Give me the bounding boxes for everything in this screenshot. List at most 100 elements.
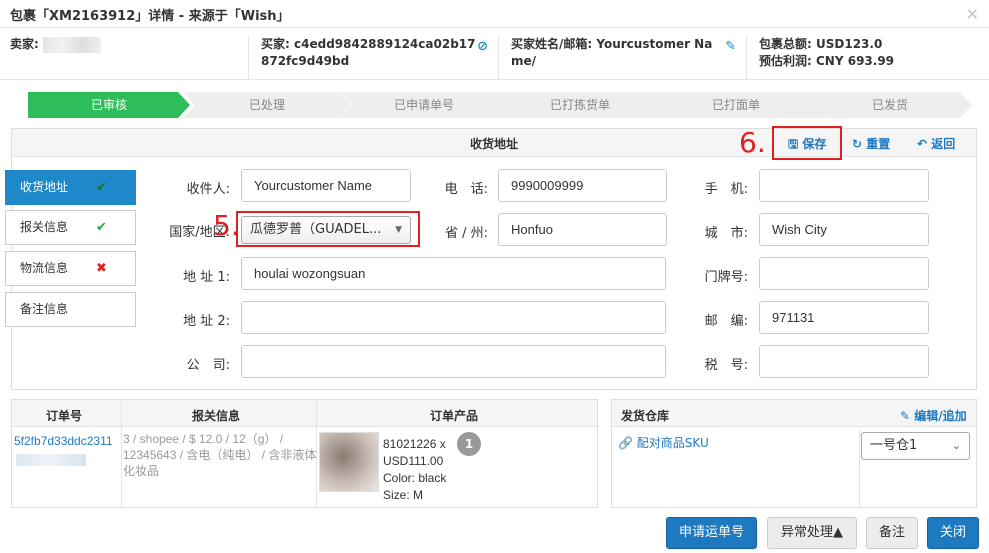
city-input[interactable]: Wish City (759, 213, 929, 246)
address1-input[interactable]: houlai wozongsuan (241, 257, 666, 290)
warehouse-title: 发货仓库 (621, 409, 670, 423)
close-button[interactable]: 关闭 (927, 517, 979, 549)
profit-label: 预估利润: (759, 54, 812, 68)
save-button[interactable]: 🖫 保存 (788, 135, 826, 156)
state-label: 省 / 州: (444, 226, 488, 241)
tab-label: 报关信息 (20, 220, 69, 234)
edit-append-label: 编辑/追加 (914, 409, 967, 423)
col-product: 订单产品 (430, 409, 479, 423)
door-number-label: 门牌号: (704, 270, 748, 285)
refresh-icon: ↻ (852, 137, 863, 151)
col-order-no: 订单号 (46, 409, 83, 423)
warehouse-value: 一号仓1 (870, 438, 918, 453)
address2-input[interactable] (241, 301, 666, 334)
recipient-input[interactable]: Yourcustomer Name (241, 169, 411, 202)
step-shipped: 已发货 (808, 92, 972, 118)
tax-number-input[interactable] (759, 345, 929, 378)
back-arrow-icon: ↶ (917, 137, 928, 151)
col-customs: 报关信息 (192, 409, 241, 423)
mobile-input[interactable] (759, 169, 929, 202)
edit-append-button[interactable]: ✎ 编辑/追加 (900, 407, 967, 424)
address-panel-header: 收货地址 🖫 保存 ↻ 重置 ↶ 返回 (12, 126, 976, 160)
tab-label: 物流信息 (20, 261, 69, 275)
customs-info-text: 3 / shopee / $ 12.0 / 12（g） / 12345643 /… (123, 432, 317, 478)
address1-label: 地 址 1: (183, 270, 230, 285)
company-input[interactable] (241, 345, 666, 378)
seller-label: 卖家: (10, 37, 39, 51)
order-table-header: 订单号 报关信息 订单产品 (12, 400, 597, 427)
back-label: 返回 (931, 137, 956, 151)
tab-customs-info[interactable]: 报关信息 ✔ (5, 210, 136, 245)
annotation-five: 5. (213, 209, 240, 242)
step-processed: 已处理 (183, 92, 351, 118)
cross-icon: ✖ (96, 261, 107, 276)
order-number-link[interactable]: 5f2fb7d33ddc2311 (14, 434, 113, 448)
tab-logistics-info[interactable]: 物流信息 ✖ (5, 251, 136, 286)
warehouse-select[interactable]: 一号仓1 ⌄ (861, 432, 970, 460)
total-label: 包裹总额: (759, 37, 812, 51)
tax-number-label: 税 号: (704, 358, 748, 373)
phone-input[interactable]: 9990009999 (498, 169, 667, 202)
buyer-name-line2: me/ (511, 54, 537, 68)
zip-input[interactable]: 971131 (759, 301, 929, 334)
quantity-badge: 1 (457, 432, 481, 456)
link-icon: 🔗 (618, 436, 633, 450)
reset-button[interactable]: ↻ 重置 (852, 135, 890, 152)
match-sku-link[interactable]: 🔗 配对商品SKU (618, 434, 709, 451)
buyer-info: 买家: c4edd9842889124ca02b17 872fc9d49bd ⊘ (248, 36, 498, 80)
address2-label: 地 址 2: (183, 314, 230, 329)
step-picking-printed: 已打拣货单 (496, 92, 664, 118)
buyer-name-label: 买家姓名/邮箱: (511, 37, 593, 51)
product-price: USD111.00 (383, 454, 444, 468)
dropdown-arrow-icon: ▼ (395, 225, 402, 235)
product-sku: 81021226 x (383, 437, 446, 451)
tab-remark-info[interactable]: 备注信息 (5, 292, 136, 327)
save-label: 保存 (802, 137, 827, 151)
close-icon[interactable]: × (966, 4, 979, 23)
country-value: 瓜德罗普（GUADEL... (250, 222, 382, 237)
phone-label: 电 话: (444, 182, 488, 197)
country-select[interactable]: 瓜德罗普（GUADEL... ▼ (241, 216, 411, 244)
seller-info: 卖家: (10, 36, 242, 80)
buyer-name-info: 买家姓名/邮箱: Yourcustomer Na me/ ✎ (498, 36, 746, 80)
step-label-printed: 已打面单 (652, 92, 820, 118)
back-button[interactable]: ↶ 返回 (917, 135, 955, 152)
warehouse-panel: 发货仓库 ✎ 编辑/追加 🔗 配对商品SKU 一号仓1 ⌄ (611, 399, 977, 508)
edit-icon[interactable]: ✎ (725, 38, 736, 55)
status-steps: 已审核 已处理 已申请单号 已打拣货单 已打面单 已发货 (28, 92, 972, 118)
product-color: Color: black (383, 471, 447, 485)
product-image[interactable] (319, 432, 379, 492)
step-tracking-applied: 已申请单号 (340, 92, 508, 118)
edit-icon: ✎ (900, 409, 911, 423)
amount-info: 包裹总额: USD123.0 预估利润: CNY 693.99 (746, 36, 989, 80)
column-divider (121, 400, 122, 507)
buyer-name-line1: Yourcustomer Na (596, 37, 713, 51)
apply-tracking-button[interactable]: 申请运单号 (666, 517, 757, 549)
buyer-id-line1: c4edd9842889124ca02b17 (294, 37, 476, 51)
package-info-bar: 卖家: 买家: c4edd9842889124ca02b17 872fc9d49… (0, 32, 989, 80)
total-value: USD123.0 (816, 37, 883, 51)
tab-shipping-address[interactable]: 收货地址 ✔ (5, 170, 136, 205)
note-button[interactable]: 备注 (866, 517, 918, 549)
exception-handling-button[interactable]: 异常处理▲ (767, 517, 857, 549)
recipient-label: 收件人: (186, 182, 230, 197)
block-icon[interactable]: ⊘ (477, 38, 488, 55)
match-sku-label: 配对商品SKU (636, 436, 709, 450)
company-label: 公 司: (186, 358, 230, 373)
state-input[interactable]: Honfuo (498, 213, 667, 246)
tab-label: 备注信息 (20, 302, 69, 316)
check-icon: ✔ (96, 220, 107, 235)
dialog-title: 包裹「XM2163912」详情 - 来源于「Wish」 (10, 9, 290, 24)
warehouse-header: 发货仓库 ✎ 编辑/追加 (612, 400, 976, 427)
profit-value: CNY 693.99 (816, 54, 895, 68)
chevron-down-icon: ⌄ (951, 439, 961, 452)
door-number-input[interactable] (759, 257, 929, 290)
product-size: Size: M (383, 488, 424, 502)
city-label: 城 市: (704, 226, 748, 241)
buyer-label: 买家: (261, 37, 290, 51)
seller-name-blurred (43, 36, 101, 53)
save-icon: 🖫 (788, 137, 799, 151)
step-audited: 已审核 (28, 92, 190, 118)
column-divider (859, 430, 860, 507)
product-details: 81021226 x USD111.00 Color: black Size: … (383, 436, 446, 504)
